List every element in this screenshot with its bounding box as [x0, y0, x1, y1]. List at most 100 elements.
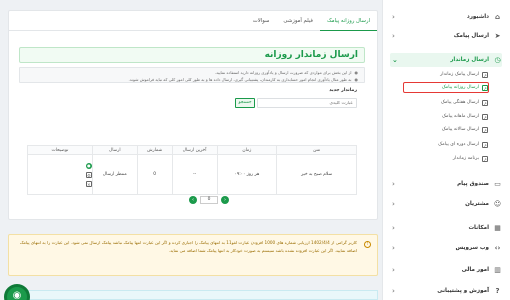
sidebar-item[interactable]: ▦ امکانات ‹	[390, 221, 502, 235]
tab-daily-send[interactable]: ارسال روزانه پیامک	[319, 11, 377, 31]
submenu-item[interactable]: ↗ برنامه زماندار	[404, 154, 488, 163]
cell-description: ● ⚙ ✕	[27, 154, 93, 195]
chevron-icon: ‹	[392, 244, 395, 252]
warning-text: کاربر گرامی از 1402/4/4 ارزیابی شماره ها…	[19, 240, 357, 253]
chat-button[interactable]: ◉	[4, 284, 30, 300]
sidebar-item-label: امکانات	[468, 225, 489, 231]
cell-last-send: --	[171, 154, 218, 195]
info-box: ● از این بخش برای مواردی که ضرورت ارسال و…	[19, 67, 365, 83]
tabs: ارسال روزانه پیامک فیلم آموزشی سوالات	[9, 11, 377, 31]
pagination: ‹ 0 ›	[189, 196, 229, 204]
info-text: از این بخش برای مواردی که ضرورت ارسال و …	[214, 70, 352, 75]
submenu-item[interactable]: ↗ ارسال دوره ای پیامک	[404, 140, 488, 149]
page-title: ارسال زماندار روزانه	[19, 47, 365, 63]
col-description: توضیحات	[27, 145, 93, 155]
submenu-item[interactable]: ↗ ارسال روزانه پیامک	[403, 82, 489, 93]
sidebar-item-label: صندوق پیام	[457, 181, 489, 187]
send-icon: ↗	[482, 113, 488, 120]
chart-icon: ▥	[494, 265, 501, 274]
warning-icon: !	[364, 241, 371, 248]
chevron-icon: ‹	[392, 180, 395, 188]
table-row: سلام صبح به خیر هر روز ۰۹:۰۰ -- 0 منتظر …	[27, 154, 357, 195]
tab-faq[interactable]: سوالات	[246, 11, 277, 31]
dashboard-icon: ⌂	[494, 12, 500, 21]
enable-icon[interactable]: ●	[85, 162, 92, 169]
sidebar-item-label: وب سرویس	[455, 245, 489, 251]
send-icon: ↗	[482, 84, 488, 91]
chevron-icon: ‹	[392, 287, 395, 295]
page-number-input[interactable]: 0	[200, 196, 218, 204]
chevron-icon: ‹	[392, 266, 395, 274]
support-icon: ?	[495, 286, 500, 295]
info-text: به طور مثال یادآوری انجام امور حسابداری …	[128, 77, 352, 82]
code-icon: ‹›	[494, 243, 501, 252]
tab-tutorial-video[interactable]: فیلم آموزشی	[276, 11, 320, 31]
search-input[interactable]	[257, 98, 357, 108]
sidebar-item-label: داشبورد	[466, 14, 489, 20]
info-line: ● به طور مثال یادآوری انجام امور حسابداری…	[20, 76, 358, 83]
col-last-send: آخرین ارسال	[171, 145, 218, 155]
cell-time: هر روز ۰۹:۰۰	[216, 154, 278, 195]
warning-note: ! کاربر گرامی از 1402/4/4 ارزیابی شماره …	[8, 234, 378, 276]
col-count: شمارش	[136, 145, 173, 155]
submenu-item[interactable]: ↗ ارسال سالانه پیامک	[404, 125, 488, 134]
new-reminder-label[interactable]: زماندار جدید	[329, 88, 357, 93]
sidebar-item-label: امور مالی	[461, 267, 489, 273]
send-icon: ↗	[482, 99, 488, 106]
sidebar-item[interactable]: ▭ صندوق پیام ‹	[390, 177, 502, 191]
chevron-icon: ‹	[392, 32, 395, 40]
search-button[interactable]: جستجو	[235, 98, 255, 108]
sidebar-item-label: مشتریان	[465, 201, 489, 207]
info-line: ● از این بخش برای مواردی که ضرورت ارسال و…	[20, 69, 358, 76]
submenu-item-label: ارسال هفتگی پیامک	[440, 100, 479, 105]
reminders-table: متن زمان آخرین ارسال شمارش ارسال توضیحات…	[27, 145, 357, 195]
grid-icon: ▦	[494, 223, 501, 232]
submenu-item-label: ارسال روزانه پیامک	[441, 85, 479, 90]
prev-page-button[interactable]: ‹	[189, 196, 197, 204]
main-card: ارسال روزانه پیامک فیلم آموزشی سوالات ار…	[8, 10, 378, 220]
settings-icon[interactable]: ⚙	[85, 171, 92, 178]
sidebar: ⌂ داشبورد ‹ ➤ ارسال پیامک ‹ ◷ ارسال زماندار ⌄ ↗ ا…	[382, 0, 510, 300]
send-icon: ↗	[482, 155, 488, 162]
sidebar-item-label: آموزش و پشتیبانی	[437, 288, 489, 294]
submenu-item-label: ارسال ماهانه پیامک	[441, 114, 479, 119]
sidebar-item[interactable]: ☺ مشتریان ‹	[390, 197, 502, 211]
submenu-item-label: ارسال دوره ای پیامک	[438, 142, 479, 147]
cell-send: منتظر ارسال	[91, 154, 138, 195]
clock-icon: ◷	[494, 55, 501, 64]
col-time: زمان	[216, 145, 278, 155]
sidebar-item-label: ارسال زماندار	[450, 57, 489, 63]
submenu-item-label: ارسال سالانه پیامک	[441, 127, 479, 132]
sidebar-item[interactable]: ? آموزش و پشتیبانی ‹	[390, 284, 502, 298]
bullet-icon: ●	[354, 77, 359, 82]
col-text: متن	[276, 145, 357, 155]
submenu-item[interactable]: ↗ ارسال ماهانه پیامک	[404, 112, 488, 121]
submenu-item-label: ارسال پیامک زماندار	[440, 72, 479, 77]
sidebar-item[interactable]: ‹› وب سرویس ‹	[390, 241, 502, 255]
chevron-icon: ⌄	[392, 56, 398, 64]
send-icon: ↗	[482, 71, 488, 78]
sidebar-item[interactable]: ➤ ارسال پیامک ‹	[390, 29, 502, 43]
sidebar-item[interactable]: ▥ امور مالی ‹	[390, 263, 502, 277]
table-header-row: متن زمان آخرین ارسال شمارش ارسال توضیحات	[27, 145, 357, 155]
submenu-item[interactable]: ↗ ارسال پیامک زماندار	[404, 70, 488, 79]
bullet-icon: ●	[354, 70, 359, 75]
send-icon: ↗	[482, 126, 488, 133]
cell-count: 0	[136, 154, 173, 195]
chevron-icon: ‹	[392, 13, 395, 21]
submenu-item[interactable]: ↗ ارسال هفتگی پیامک	[404, 98, 488, 107]
cell-text: سلام صبح به خیر	[276, 154, 357, 195]
sidebar-item[interactable]: ⌂ داشبورد ‹	[390, 10, 502, 24]
sidebar-item-label: ارسال پیامک	[453, 33, 489, 39]
row-actions: ● ⚙ ✕	[40, 162, 92, 187]
delete-icon[interactable]: ✕	[85, 180, 92, 187]
submenu-item-label: برنامه زماندار	[452, 156, 479, 161]
col-send: ارسال	[91, 145, 138, 155]
chevron-icon: ‹	[392, 224, 395, 232]
send-icon: ➤	[494, 31, 501, 40]
info-strip	[8, 290, 378, 300]
next-page-button[interactable]: ›	[221, 196, 229, 204]
users-icon: ☺	[493, 199, 502, 208]
sidebar-item[interactable]: ◷ ارسال زماندار ⌄	[390, 53, 502, 67]
chevron-icon: ‹	[392, 200, 395, 208]
